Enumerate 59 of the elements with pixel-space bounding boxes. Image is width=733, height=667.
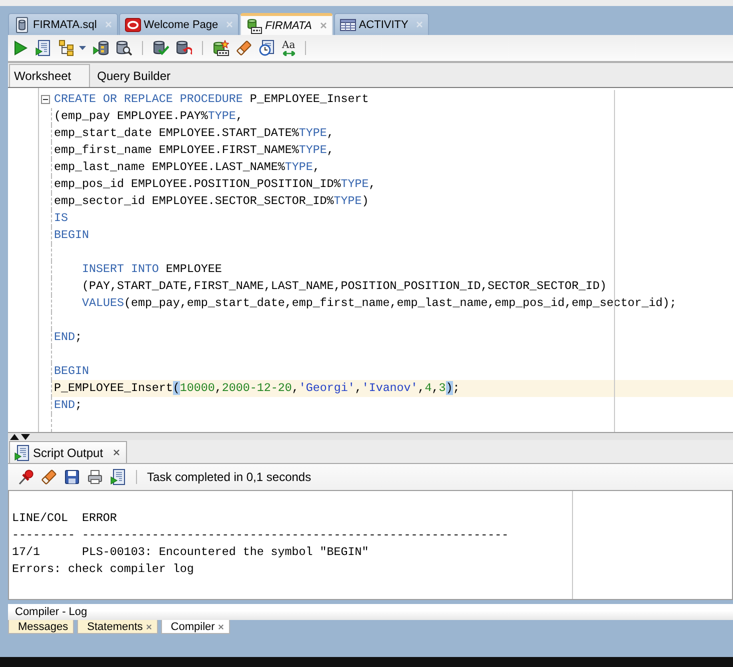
code-line: emp_start_date EMPLOYEE.START_DATE%TYPE, <box>54 126 334 140</box>
tree-icon[interactable] <box>58 40 74 56</box>
database-icon <box>14 16 30 32</box>
close-icon[interactable] <box>218 624 224 630</box>
document-tab[interactable]: ACTIVITY <box>334 13 430 35</box>
code-line: BEGIN <box>54 364 89 378</box>
collapse-icon[interactable] <box>41 95 50 104</box>
code-line: (emp_pay EMPLOYEE.PAY%TYPE, <box>54 109 243 123</box>
pin-icon[interactable] <box>18 469 34 485</box>
code-line: BEGIN <box>54 228 89 242</box>
caret-icon[interactable] <box>79 46 86 50</box>
output-line: 17/1 PLS-00103: Encountered the symbol "BEGIN" <box>12 544 369 561</box>
code-line: emp_pos_id EMPLOYEE.POSITION_POSITION_ID%TYPE, <box>54 177 376 191</box>
database-check-icon[interactable] <box>153 40 169 56</box>
ring-logo-icon <box>124 16 141 32</box>
run-icon[interactable] <box>12 40 28 56</box>
code-line: emp_first_name EMPLOYEE.FIRST_NAME%TYPE, <box>54 143 334 157</box>
database-play-icon[interactable] <box>93 40 109 56</box>
printer-icon[interactable] <box>87 469 103 485</box>
close-icon[interactable] <box>113 449 120 456</box>
code-line: (PAY,START_DATE,FIRST_NAME,LAST_NAME,POSITION_POSITION_ID,SECTOR_SECTOR_ID) <box>80 279 607 293</box>
database-star-icon[interactable] <box>213 40 229 56</box>
editor-subtab[interactable]: Query Builder <box>92 64 190 87</box>
run-script-icon[interactable] <box>35 40 51 56</box>
code-line: INSERT INTO EMPLOYEE <box>80 262 222 276</box>
run-script-icon[interactable] <box>110 469 126 485</box>
output-line: --------- ------------------------------------------------------------- <box>12 527 509 544</box>
run-script-icon <box>14 444 30 460</box>
output-line: Errors: check compiler log <box>12 561 194 578</box>
code-line: END; <box>54 398 82 412</box>
status-message: Task completed in 0,1 seconds <box>147 470 312 484</box>
code-line: IS <box>54 211 68 225</box>
clock-icon[interactable] <box>259 40 275 56</box>
output-line: LINE/COL ERROR <box>12 510 117 527</box>
up-arrow-icon[interactable] <box>10 434 19 440</box>
code-line: CREATE OR REPLACE PROCEDURE P_EMPLOYEE_Insert <box>54 92 369 106</box>
database-label-icon <box>246 18 262 34</box>
close-icon[interactable] <box>146 624 152 630</box>
panel-title: Compiler - Log <box>15 606 88 618</box>
code-line: emp_sector_id EMPLOYEE.SECTOR_SECTOR_ID%TYPE) <box>54 194 369 208</box>
double-arrow-icon <box>282 50 295 56</box>
database-search-icon[interactable] <box>116 40 132 56</box>
code-editor[interactable] <box>8 88 733 432</box>
code-line: P_EMPLOYEE_Insert(10000,2000-12-20,'Georgi','Ivanov',4,3); <box>54 381 460 395</box>
code-line: END; <box>54 330 82 344</box>
document-tab[interactable]: Welcome Page <box>118 13 240 35</box>
document-tab[interactable]: FIRMATA <box>240 13 333 35</box>
save-icon[interactable] <box>64 469 80 485</box>
code-line: VALUES(emp_pay,emp_start_date,emp_first_name,emp_last_name,emp_pos_id,emp_sector_id); <box>80 296 677 310</box>
log-tab[interactable]: Compiler <box>160 620 230 634</box>
log-tab[interactable]: Messages <box>8 620 74 634</box>
log-tab[interactable]: Statements <box>77 620 158 634</box>
document-tab[interactable]: FIRMATA.sql <box>8 13 118 35</box>
output-tab[interactable]: Script Output <box>9 441 128 463</box>
editor-subtab[interactable]: Worksheet <box>9 64 90 87</box>
database-undo-icon[interactable] <box>176 40 192 56</box>
change-case-button[interactable]: Aa <box>282 40 296 56</box>
down-arrow-icon[interactable] <box>21 434 30 440</box>
code-line: emp_last_name EMPLOYEE.LAST_NAME%TYPE, <box>54 160 320 174</box>
